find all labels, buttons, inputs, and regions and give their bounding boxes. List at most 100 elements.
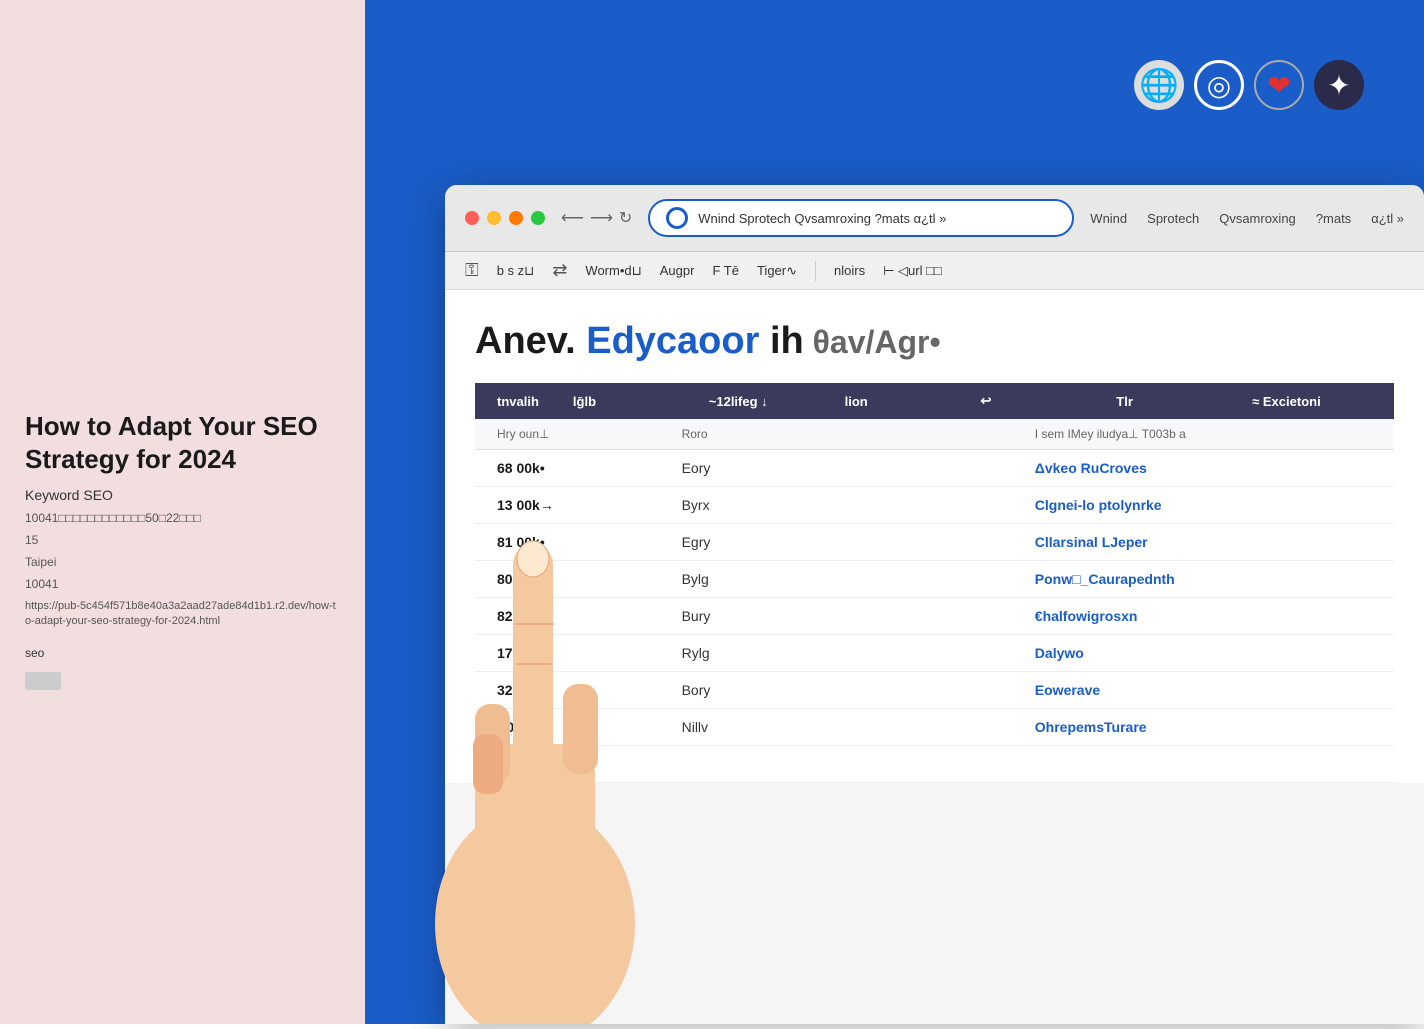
table-row: 32 00k• Bory Eowerave <box>475 672 1394 709</box>
title-part4: θav/Agr• <box>804 324 941 360</box>
cell-name[interactable]: €halfowigrosxn <box>1027 608 1380 624</box>
browser-menu: Wnind Sprotech Qvsamroxing ?mats α¿tl » <box>1090 211 1404 226</box>
address-bar[interactable]: Wnind Sprotech Qvsamroxing ?mats α¿tl » <box>648 199 1074 237</box>
meta-city: Taipei <box>25 555 340 569</box>
cell-name[interactable]: Ponw□_Caurapednth <box>1027 571 1380 587</box>
toolbar-nloirs[interactable]: nloirs <box>834 263 865 278</box>
browser-chrome: ⟵ ⟶ ↻ Wnind Sprotech Qvsamroxing ?mats α… <box>445 185 1424 252</box>
cell-type: Rylg <box>674 645 1027 661</box>
minimize-button[interactable] <box>487 211 501 225</box>
cell-type: Bory <box>674 682 1027 698</box>
th-tlr: Tlr <box>1108 394 1244 409</box>
th-lb: lg̃lb <box>565 394 701 409</box>
cell-type: Egry <box>674 534 1027 550</box>
browser-logo <box>666 207 688 229</box>
cell-type: Bylg <box>674 571 1027 587</box>
icon-2: ◎ <box>1194 60 1244 110</box>
toolbar-url[interactable]: ⊢ ◁url □□ <box>883 263 942 279</box>
table-subheader: Hry oun⊥ Roro I sem IMey iludya⊥ T003b a <box>475 419 1394 450</box>
table-header: tnvalih lg̃lb ~12lifeg ↓ lion ↩︎ Tlr ≈ E… <box>475 383 1394 419</box>
cell-vol: 82 00k• <box>489 608 674 624</box>
toolbar-f-te[interactable]: F Tē <box>712 263 739 278</box>
cell-vol: 68 00k• <box>489 460 674 476</box>
browser-window: ⟵ ⟶ ↻ Wnind Sprotech Qvsamroxing ?mats α… <box>445 185 1424 1024</box>
toolbar-augpr[interactable]: Augpr <box>660 263 695 278</box>
toolbar-icon-2[interactable]: ⇄ <box>552 260 567 281</box>
table-row: 8F 00k• <box>475 746 1394 783</box>
article-title: How to Adapt Your SEO Strategy for 2024 <box>25 410 340 475</box>
meta-code: 10041 <box>25 577 340 591</box>
fullscreen-button[interactable] <box>509 211 523 225</box>
meta-num: 15 <box>25 533 340 547</box>
sh-hry: Hry oun⊥ <box>489 427 674 441</box>
th-invalid: tnvalih <box>489 394 565 409</box>
keyword-label: Keyword SEO <box>25 487 340 503</box>
back-icon[interactable]: ⟵ <box>561 208 584 228</box>
cell-vol: 32 00k• <box>489 682 674 698</box>
content-title: Anev. Edycaoor ih θav/Agr• <box>475 320 1394 363</box>
menu-item-3[interactable]: Qvsamroxing <box>1219 211 1296 226</box>
th-arrow: ↩︎ <box>972 393 1108 409</box>
th-excietoni: ≈ Excietoni <box>1244 394 1380 409</box>
sh-sem: I sem IMey iludya⊥ T003b a <box>1027 427 1380 441</box>
table-row: 80 00k• Bylg Ponw□_Caurapednth <box>475 561 1394 598</box>
zoom-button[interactable] <box>531 211 545 225</box>
cell-vol: 80 00k• <box>489 571 674 587</box>
table-row: 13 00k→ Byrx Clgnei-lo ptolynrke <box>475 487 1394 524</box>
menu-item-4[interactable]: ?mats <box>1316 211 1351 226</box>
title-part1: Anev. <box>475 320 586 362</box>
cell-name[interactable]: OhrepemsTurare <box>1027 719 1380 735</box>
browser-content: Anev. Edycaoor ih θav/Agr• tnvalih lg̃lb… <box>445 290 1424 783</box>
icon-3: ❤ <box>1254 60 1304 110</box>
forward-icon[interactable]: ⟶ <box>590 208 613 228</box>
close-button[interactable] <box>465 211 479 225</box>
cell-name[interactable]: Eowerave <box>1027 682 1380 698</box>
toolbar-icon-1[interactable]: ⚿ <box>465 260 479 281</box>
table-row: 17 004• Rylg Dalywo <box>475 635 1394 672</box>
tag-label: seo <box>25 646 340 660</box>
table-row: 82 00k• Bury €halfowigrosxn <box>475 598 1394 635</box>
right-panel: 🌐 ◎ ❤ ✦ ⟵ ⟶ ↻ Wnind Sprotech Qvsamroxing… <box>365 0 1424 1024</box>
refresh-icon[interactable]: ↻ <box>619 208 632 228</box>
cell-vol: 81 00k• <box>489 534 674 550</box>
cell-vol: 8F 00k• <box>489 756 674 772</box>
menu-item-2[interactable]: Sprotech <box>1147 211 1199 226</box>
icon-4: ✦ <box>1314 60 1364 110</box>
cell-name[interactable]: Δvkeo RuCroves <box>1027 460 1380 476</box>
table-row: 68 00k• Eory Δvkeo RuCroves <box>475 450 1394 487</box>
cell-name[interactable]: Clgnei-lo ptolynrke <box>1027 497 1380 513</box>
cell-name[interactable]: Cllarsinal LJeper <box>1027 534 1380 550</box>
cell-type: Bury <box>674 608 1027 624</box>
icon-1: 🌐 <box>1134 60 1184 110</box>
table-row: S0 00k• Nillv OhrepemsTurare <box>475 709 1394 746</box>
table-row: 81 00k• Egry Cllarsinal LJeper <box>475 524 1394 561</box>
cell-type: Nillv <box>674 719 1027 735</box>
cell-vol: 13 00k→ <box>489 497 674 513</box>
cell-vol: 17 004• <box>489 645 674 661</box>
browser-icons: 🌐 ◎ ❤ ✦ <box>1134 60 1364 110</box>
cell-name[interactable]: Dalywo <box>1027 645 1380 661</box>
cell-type: Byrx <box>674 497 1027 513</box>
traffic-lights <box>465 211 545 225</box>
th-12lifeg[interactable]: ~12lifeg ↓ <box>701 394 837 409</box>
browser-toolbar: ⚿ b s z⊔ ⇄ Worm•d⊔ Augpr F Tē Tiger∿ nlo… <box>445 252 1424 290</box>
th-lion: lion <box>837 394 973 409</box>
title-part3: ih <box>759 320 803 362</box>
title-part2: Edycaoor <box>586 320 759 362</box>
toolbar-tiger[interactable]: Tiger∿ <box>757 263 797 279</box>
sh-roro: Roro <box>674 427 1027 441</box>
cell-type: Eory <box>674 460 1027 476</box>
meta-id: 10041□□□□□□□□□□□□50□22□□□ <box>25 511 340 525</box>
article-url[interactable]: https://pub-5c454f571b8e40a3a2aad27ade84… <box>25 599 340 630</box>
left-panel: How to Adapt Your SEO Strategy for 2024 … <box>0 0 365 1024</box>
table-rows: 68 00k• Eory Δvkeo RuCroves 13 00k→ Byrx… <box>475 450 1394 783</box>
menu-item-1[interactable]: Wnind <box>1090 211 1127 226</box>
tag-box <box>25 672 61 690</box>
address-text: Wnind Sprotech Qvsamroxing ?mats α¿tl » <box>698 211 1056 226</box>
menu-item-5[interactable]: α¿tl » <box>1371 211 1404 226</box>
toolbar-separator <box>815 261 816 281</box>
cell-vol: S0 00k• <box>489 719 674 735</box>
toolbar-text-1: b s z⊔ <box>497 263 535 279</box>
nav-buttons: ⟵ ⟶ ↻ <box>561 208 632 228</box>
toolbar-worm[interactable]: Worm•d⊔ <box>585 263 641 279</box>
